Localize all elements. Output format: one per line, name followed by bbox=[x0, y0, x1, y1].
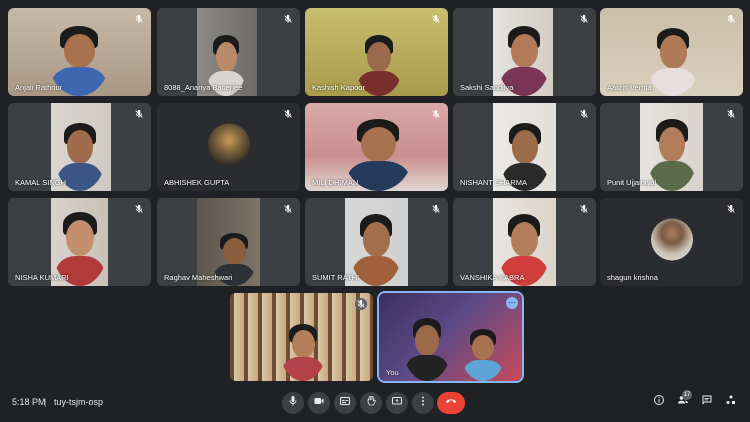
participant-name: Sakshi Sandilya bbox=[460, 83, 514, 92]
participant-tile[interactable]: Anjali Rathour bbox=[8, 8, 151, 96]
mic-muted-icon bbox=[133, 13, 145, 25]
participant-name: Aakriti Verma bbox=[607, 83, 652, 92]
mic-muted-icon bbox=[578, 13, 590, 25]
participant-tile[interactable]: ABHISHEK GUPTA bbox=[157, 103, 300, 191]
bottom-bar: 5:18 PM | tuy-tsjm-osp 17 bbox=[0, 384, 750, 422]
self-name: You bbox=[386, 368, 399, 377]
participant-name: Punit Ujjainwal bbox=[607, 178, 657, 187]
mic-muted-icon bbox=[725, 13, 737, 25]
mic-muted-icon bbox=[430, 203, 442, 215]
present-button[interactable] bbox=[386, 392, 408, 414]
participant-name: SUMIT RATHI bbox=[312, 273, 360, 282]
participant-tile[interactable]: Aakriti Verma bbox=[600, 8, 743, 96]
end-call-icon bbox=[444, 394, 458, 413]
participant-video bbox=[461, 325, 505, 381]
camera-icon bbox=[313, 394, 325, 412]
more-options-icon bbox=[417, 394, 429, 412]
more-options-button[interactable] bbox=[412, 392, 434, 414]
participant-tile[interactable]: SUMIT RATHI bbox=[305, 198, 448, 286]
participant-tile[interactable]: Sakshi Sandilya bbox=[453, 8, 596, 96]
participant-name: NISHANT SHARMA bbox=[460, 178, 527, 187]
participant-name: Raghav Maheshwari bbox=[164, 273, 233, 282]
participant-count-badge: 17 bbox=[682, 390, 692, 400]
participant-video bbox=[646, 22, 700, 96]
mic-muted-icon bbox=[430, 13, 442, 25]
mic-muted-icon bbox=[578, 108, 590, 120]
participant-tile[interactable]: KAMAL SINGH bbox=[8, 103, 151, 191]
mic-muted-icon bbox=[725, 108, 737, 120]
activities-button[interactable] bbox=[723, 394, 739, 410]
mic-muted-icon bbox=[133, 108, 145, 120]
participant-tile[interactable]: Punit Ujjainwal bbox=[600, 103, 743, 191]
avatar bbox=[207, 123, 250, 166]
participant-tile[interactable]: Kashish Kapoor bbox=[305, 8, 448, 96]
participant-name: 8088_Ananya Banerjee bbox=[164, 83, 243, 92]
participant-name: shagun krishna bbox=[607, 273, 658, 282]
present-screen-icon bbox=[391, 394, 403, 412]
mic-muted-icon bbox=[355, 298, 367, 310]
mic-muted-icon bbox=[430, 108, 442, 120]
participant-tile[interactable] bbox=[230, 293, 373, 381]
participant-tile[interactable]: 8088_Ananya Banerjee bbox=[157, 8, 300, 96]
participant-name: Anjali Rathour bbox=[15, 83, 63, 92]
end-call-button[interactable] bbox=[437, 392, 465, 414]
camera-button[interactable] bbox=[308, 392, 330, 414]
info-icon bbox=[653, 393, 665, 411]
participant-name: NISHA KUMARI bbox=[15, 273, 69, 282]
participant-tile[interactable]: NISHANT SHARMA bbox=[453, 103, 596, 191]
mic-muted-icon bbox=[133, 203, 145, 215]
meeting-info-button[interactable] bbox=[651, 394, 667, 410]
participant-video bbox=[280, 319, 326, 381]
captions-button[interactable] bbox=[334, 392, 356, 414]
mic-muted-icon bbox=[282, 13, 294, 25]
mic-muted-icon bbox=[282, 108, 294, 120]
participant-tile[interactable]: MILI DHIMAN bbox=[305, 103, 448, 191]
participant-name: KAMAL SINGH bbox=[15, 178, 66, 187]
activities-icon bbox=[725, 393, 737, 411]
mic-muted-icon bbox=[725, 203, 737, 215]
chat-button[interactable] bbox=[699, 394, 715, 410]
mic-muted-icon bbox=[578, 203, 590, 215]
mic-button[interactable] bbox=[282, 392, 304, 414]
chat-icon bbox=[701, 393, 713, 411]
meeting-code: tuy-tsjm-osp bbox=[54, 397, 104, 407]
avatar bbox=[650, 218, 693, 261]
participant-video bbox=[403, 313, 451, 381]
separator: | bbox=[44, 397, 47, 407]
participant-tile[interactable]: VANSHIKA KABRA bbox=[453, 198, 596, 286]
raise-hand-icon bbox=[365, 394, 377, 412]
participant-name: VANSHIKA KABRA bbox=[460, 273, 525, 282]
participant-name: Kashish Kapoor bbox=[312, 83, 365, 92]
participant-tile[interactable]: NISHA KUMARI bbox=[8, 198, 151, 286]
participant-tile[interactable]: shagun krishna bbox=[600, 198, 743, 286]
current-time: 5:18 PM bbox=[12, 397, 46, 407]
self-tile[interactable]: ⋯ You bbox=[377, 291, 524, 383]
mic-muted-icon bbox=[282, 203, 294, 215]
raise-hand-button[interactable] bbox=[360, 392, 382, 414]
participant-name: MILI DHIMAN bbox=[312, 178, 359, 187]
more-options-icon[interactable]: ⋯ bbox=[506, 297, 518, 309]
participant-name: ABHISHEK GUPTA bbox=[164, 178, 230, 187]
participant-tile[interactable]: Raghav Maheshwari bbox=[157, 198, 300, 286]
mic-icon bbox=[287, 394, 299, 412]
captions-icon bbox=[339, 394, 351, 412]
